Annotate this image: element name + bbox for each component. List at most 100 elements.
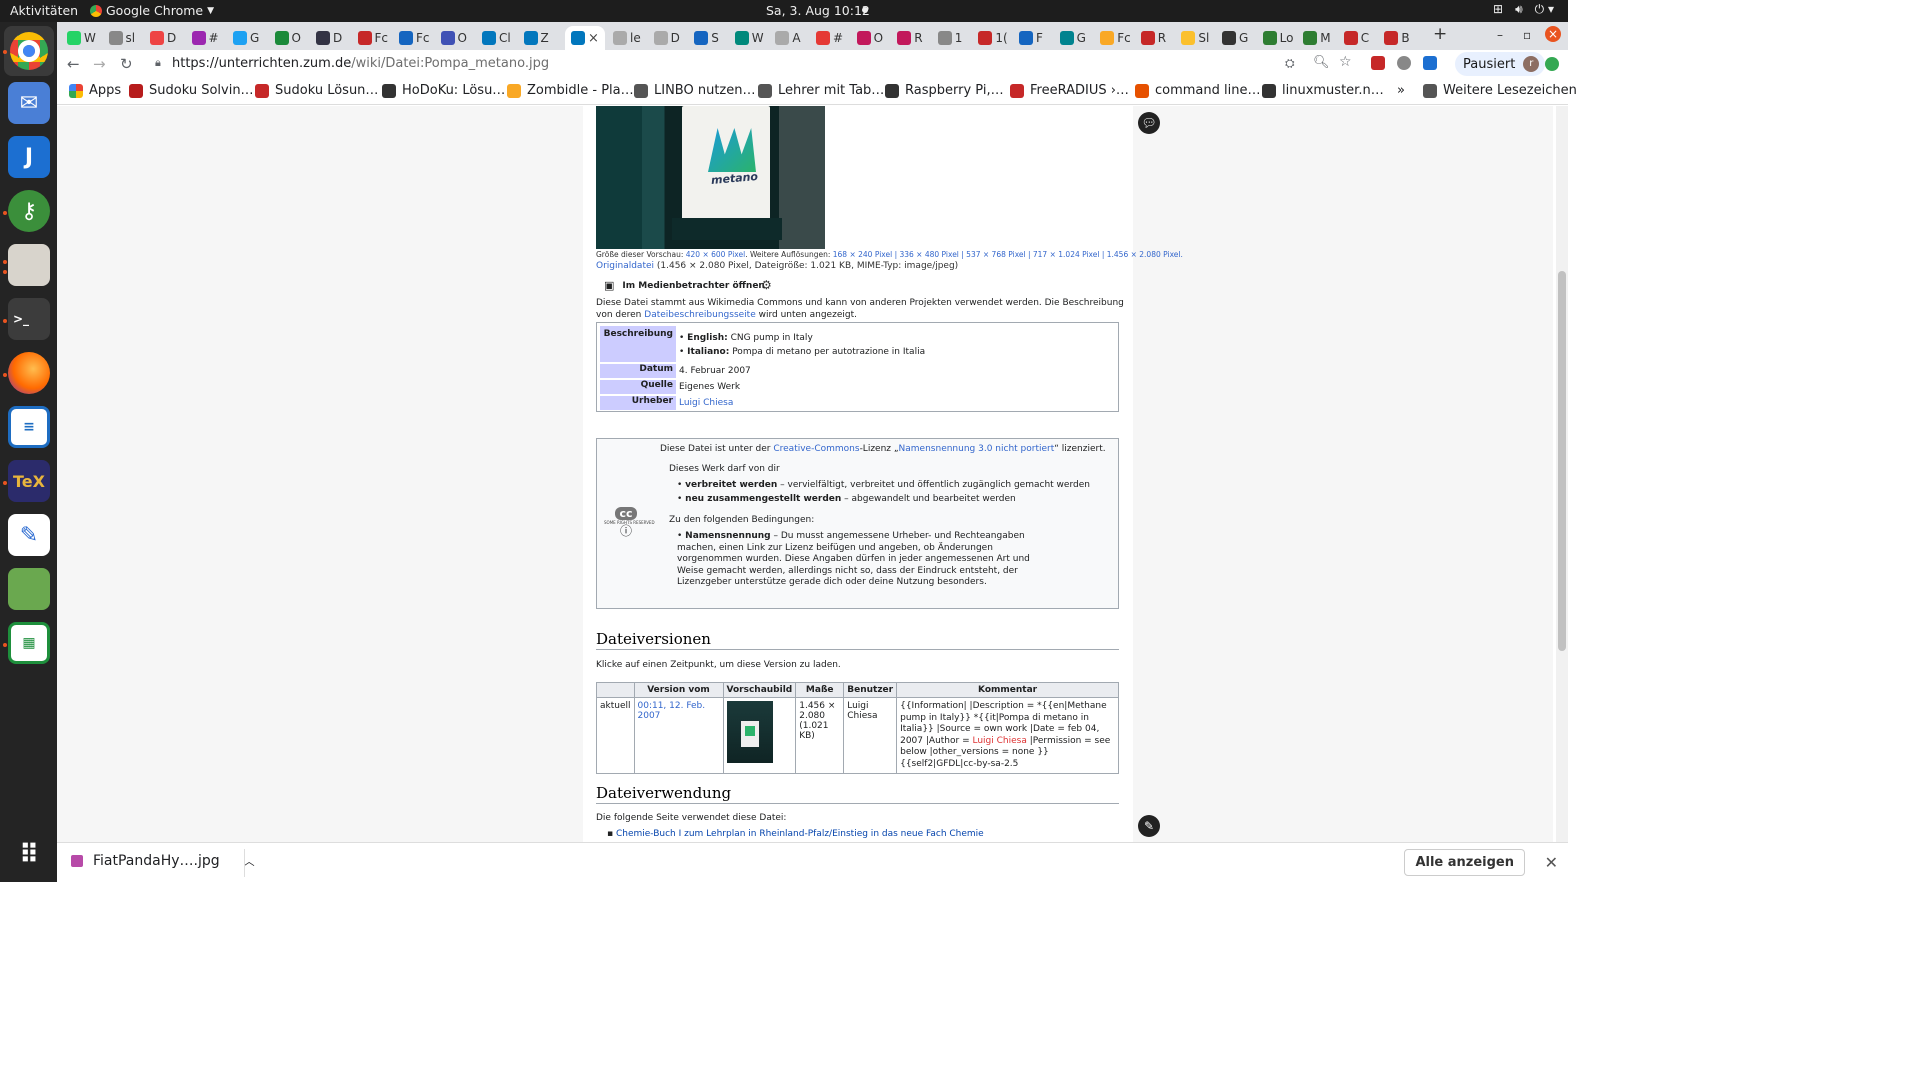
- game-launcher-icon[interactable]: [8, 568, 50, 610]
- app-menu[interactable]: Google Chrome ▼: [90, 3, 214, 18]
- bookmark-item[interactable]: Sudoku Lösun…: [255, 83, 378, 98]
- writer-launcher-icon[interactable]: ≡: [8, 406, 50, 448]
- address-bar[interactable]: 🔒︎ https://unterrichten.zum.de/wiki/Date…: [145, 52, 1465, 76]
- bookmark-item[interactable]: Zombidle - Pla…: [507, 83, 634, 98]
- browser-tab[interactable]: 1: [937, 26, 962, 50]
- terminal-launcher-icon[interactable]: >_: [8, 298, 50, 340]
- bookmark-item[interactable]: Sudoku Solvin…: [129, 83, 254, 98]
- browser-tab[interactable]: W: [67, 26, 96, 50]
- show-apps-icon[interactable]: ⠿: [8, 834, 50, 876]
- browser-tab[interactable]: sl: [108, 26, 135, 50]
- new-tab-button[interactable]: +: [1433, 24, 1447, 44]
- jitsi-launcher-icon[interactable]: J: [8, 136, 50, 178]
- browser-tab[interactable]: Fc: [1100, 26, 1131, 50]
- zoom-icon[interactable]: 🔍︎: [1313, 55, 1330, 70]
- preview-size-link[interactable]: 420 × 600 Pixel: [686, 250, 745, 259]
- version-thumbnail[interactable]: [722, 697, 797, 774]
- bookmark-item[interactable]: Apps: [69, 83, 121, 98]
- comment-author-link[interactable]: Luigi Chiesa: [972, 736, 1026, 746]
- browser-tab[interactable]: O: [856, 26, 883, 50]
- calc-launcher-icon[interactable]: ▦: [8, 622, 50, 664]
- extension-abp-icon[interactable]: [1371, 56, 1385, 70]
- browser-tab[interactable]: G: [1059, 26, 1086, 50]
- browser-tab[interactable]: O: [274, 26, 301, 50]
- bookmark-item[interactable]: Weitere Lesezeichen: [1423, 83, 1577, 98]
- browser-tab[interactable]: R: [897, 26, 923, 50]
- desc-author-link[interactable]: Luigi Chiesa: [679, 398, 733, 408]
- files-launcher-icon[interactable]: [8, 244, 50, 286]
- file-preview-image[interactable]: metano: [596, 106, 825, 249]
- browser-tab[interactable]: W: [734, 26, 764, 50]
- browser-tab[interactable]: #: [816, 26, 843, 50]
- firefox-launcher-icon[interactable]: [8, 352, 50, 394]
- bookmark-star-icon[interactable]: ☆: [1339, 54, 1352, 70]
- browser-tab[interactable]: C: [1343, 26, 1369, 50]
- browser-tab[interactable]: R: [1140, 26, 1166, 50]
- browser-tab[interactable]: G: [1222, 26, 1248, 50]
- scrollbar-thumb[interactable]: [1558, 271, 1566, 651]
- browser-tab[interactable]: Sl: [1181, 26, 1209, 50]
- bookmark-item[interactable]: FreeRADIUS ›…: [1010, 83, 1129, 98]
- translate-icon[interactable]: ⛭: [1285, 56, 1295, 71]
- maximize-button[interactable]: ▫: [1523, 28, 1531, 42]
- minimize-button[interactable]: –: [1497, 28, 1503, 42]
- browser-tab[interactable]: F: [1019, 26, 1043, 50]
- browser-tab[interactable]: Lo: [1262, 26, 1293, 50]
- forward-button[interactable]: →: [93, 55, 106, 73]
- show-all-downloads-button[interactable]: Alle anzeigen: [1404, 849, 1525, 876]
- browser-tab[interactable]: D: [653, 26, 680, 50]
- media-viewer-button[interactable]: ▣ Im Medienbetrachter öffnen: [604, 279, 765, 292]
- browser-tab[interactable]: S: [694, 26, 719, 50]
- profile-paused-button[interactable]: Pausiert r: [1455, 52, 1545, 76]
- browser-tab[interactable]: Fc: [357, 26, 388, 50]
- extension-icon[interactable]: [1397, 56, 1411, 70]
- resolution-links[interactable]: 168 × 240 Pixel | 336 × 480 Pixel | 537 …: [833, 250, 1183, 259]
- reload-button[interactable]: ↻: [120, 55, 133, 73]
- download-item[interactable]: FiatPandaHy….jpg ︿: [71, 853, 255, 869]
- bookmark-item[interactable]: LINBO nutzen…: [634, 83, 756, 98]
- bookmarks-overflow-button[interactable]: »: [1397, 83, 1405, 98]
- creative-commons-link[interactable]: Creative-Commons: [773, 444, 859, 454]
- gear-icon[interactable]: ⚙: [761, 278, 772, 292]
- browser-tab[interactable]: D: [150, 26, 176, 50]
- browser-tab[interactable]: D: [316, 26, 342, 50]
- bookmark-item[interactable]: Raspberry Pi,…: [885, 83, 1004, 98]
- activities-button[interactable]: Aktivitäten: [10, 3, 78, 18]
- browser-tab[interactable]: G: [233, 26, 259, 50]
- page-scrollbar[interactable]: [1556, 106, 1568, 842]
- mail-launcher-icon[interactable]: ✉: [8, 82, 50, 124]
- version-date-link[interactable]: 00:11, 12. Feb. 2007: [633, 697, 724, 774]
- system-tray[interactable]: ⊞ 🔊︎ ⏻ ▾: [1493, 2, 1554, 17]
- browser-tab[interactable]: Z: [523, 26, 549, 50]
- close-window-button[interactable]: ×: [1545, 26, 1561, 42]
- close-download-bar-icon[interactable]: ✕: [1545, 853, 1558, 872]
- browser-tab[interactable]: #: [191, 26, 219, 50]
- browser-tab[interactable]: B: [1384, 26, 1410, 50]
- texmaker-launcher-icon[interactable]: TeX: [8, 460, 50, 502]
- bookmark-item[interactable]: linuxmuster.n…: [1262, 83, 1384, 98]
- bookmark-item[interactable]: command line…: [1135, 83, 1260, 98]
- tab-active[interactable]: ×: [565, 26, 605, 50]
- browser-tab[interactable]: Cl: [482, 26, 511, 50]
- keepass-launcher-icon[interactable]: ⚷: [8, 190, 50, 232]
- chat-icon[interactable]: 💬︎: [1138, 112, 1160, 134]
- update-icon[interactable]: [1545, 57, 1559, 71]
- clock[interactable]: Sa, 3. Aug 10:12: [766, 3, 870, 18]
- license-name-link[interactable]: Namensnennung 3.0 nicht portiert: [899, 444, 1055, 454]
- browser-tab[interactable]: M: [1303, 26, 1331, 50]
- chrome-launcher-icon[interactable]: [4, 26, 54, 76]
- browser-tab[interactable]: le: [613, 26, 641, 50]
- browser-tab[interactable]: O: [440, 26, 467, 50]
- extension-j-icon[interactable]: [1423, 56, 1437, 70]
- bookmark-item[interactable]: HoDoKu: Lösu…: [382, 83, 505, 98]
- commons-description-link[interactable]: Dateibeschreibungsseite: [644, 310, 755, 320]
- browser-tab[interactable]: A: [775, 26, 801, 50]
- chevron-up-icon[interactable]: ︿: [244, 853, 255, 869]
- original-file-link[interactable]: Originaldatei: [596, 261, 654, 271]
- text-editor-launcher-icon[interactable]: ✎: [8, 514, 50, 556]
- browser-tab[interactable]: Fc: [399, 26, 430, 50]
- usage-page-link[interactable]: Chemie-Buch I zum Lehrplan in Rheinland-…: [616, 829, 984, 839]
- edit-tool-icon[interactable]: ✎: [1138, 815, 1160, 837]
- back-button[interactable]: ←: [67, 55, 80, 73]
- browser-tab[interactable]: 1(: [978, 26, 1008, 50]
